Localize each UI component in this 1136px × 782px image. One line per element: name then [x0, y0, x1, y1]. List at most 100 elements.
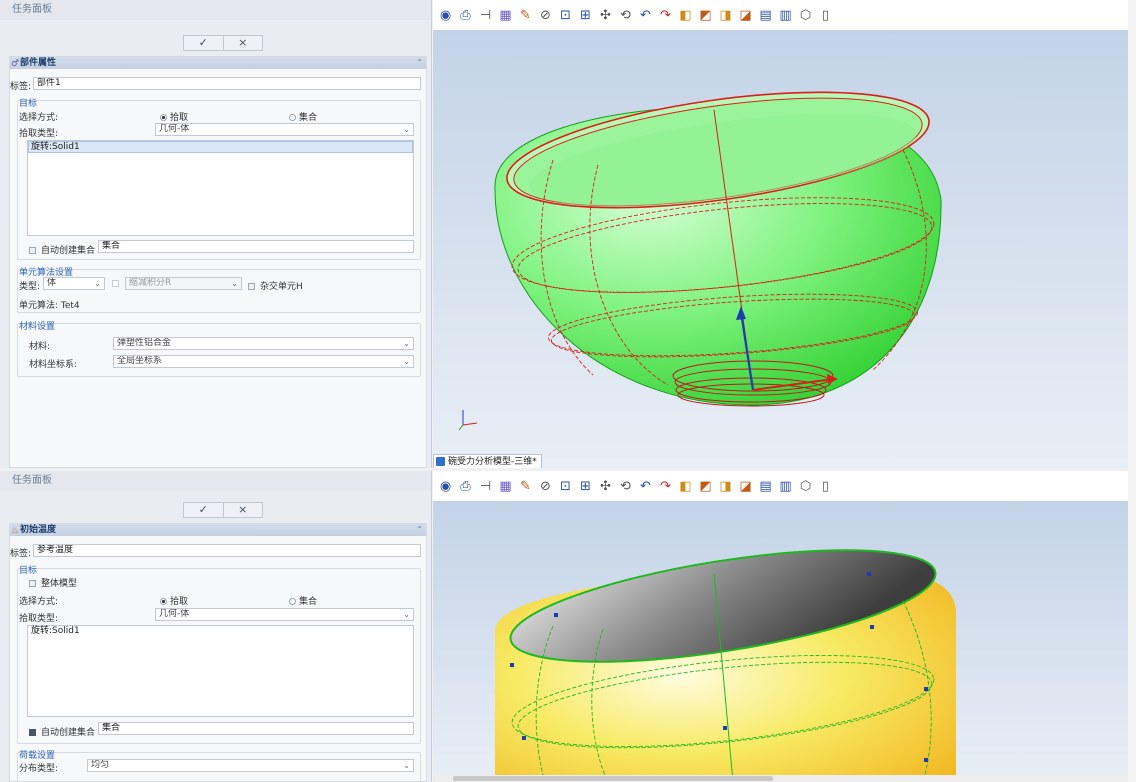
- view-section-2-icon[interactable]: ◪: [736, 477, 755, 496]
- redo-view-icon[interactable]: ↷: [656, 477, 675, 496]
- transparency-icon-glyph: ⊘: [540, 7, 551, 23]
- target-listbox[interactable]: 旋转:Solid1: [27, 625, 414, 717]
- zoom-box-icon[interactable]: ⊡: [556, 477, 575, 496]
- whole-model-checkbox[interactable]: 整体模型: [29, 576, 77, 589]
- view-cube-icon[interactable]: ▯: [816, 6, 835, 25]
- auto-create-set-checkbox[interactable]: 自动创建集合: [29, 243, 95, 256]
- view-cube-icon[interactable]: ▯: [816, 477, 835, 496]
- view-back-icon[interactable]: ◨: [716, 477, 735, 496]
- zoom-fit-icon[interactable]: ⊞: [576, 477, 595, 496]
- print-icon[interactable]: ⎙: [456, 477, 475, 496]
- ok-button[interactable]: ✓: [184, 503, 223, 517]
- transparency-icon[interactable]: ⊘: [536, 6, 555, 25]
- view-section-icon[interactable]: ◩: [696, 6, 715, 25]
- task-panel-title: 任务面板: [0, 471, 431, 491]
- pan-icon[interactable]: ✣: [596, 477, 615, 496]
- set-input[interactable]: 集合: [98, 722, 414, 735]
- pick-type-dropdown[interactable]: 几何-体 ⌄: [155, 123, 414, 136]
- task-panel-top: 任务面板 ✓ × ♂ 部件属性 ⌃ 标签: 部件1 目标 选择方式: 拾取 集合…: [0, 0, 432, 468]
- checkbox-indicator: [112, 280, 119, 287]
- view-section-2-icon[interactable]: ◪: [736, 6, 755, 25]
- view-cube-icon-glyph: ▯: [821, 478, 830, 494]
- camera-icon[interactable]: ◉: [436, 477, 455, 496]
- print-icon[interactable]: ⎙: [456, 6, 475, 25]
- radio-pick[interactable]: 拾取: [160, 594, 188, 607]
- 3d-canvas[interactable]: [433, 30, 1136, 468]
- section-header-part-properties[interactable]: ♂ 部件属性 ⌃: [10, 57, 426, 69]
- element-type-value: 体: [47, 278, 57, 288]
- chevron-down-icon: ⌄: [403, 761, 410, 770]
- cancel-button[interactable]: ×: [222, 36, 263, 50]
- pick-type-label: 拾取类型:: [19, 614, 59, 624]
- transparency-icon[interactable]: ⊘: [536, 477, 555, 496]
- viewport-tab[interactable]: 碗受力分析模型-三维*: [433, 454, 542, 468]
- view-iso-icon[interactable]: ⬡: [796, 6, 815, 25]
- view-front-icon[interactable]: ◧: [676, 6, 695, 25]
- label-input[interactable]: 部件1: [33, 77, 421, 90]
- view-right-icon[interactable]: ▥: [776, 477, 795, 496]
- select-mode-label: 选择方式:: [19, 113, 59, 123]
- display-style-icon[interactable]: ▦: [496, 6, 515, 25]
- set-input[interactable]: 集合: [98, 240, 414, 253]
- chevron-down-icon: ⌄: [403, 357, 410, 366]
- chevron-down-icon: ⌄: [231, 279, 238, 288]
- camera-icon[interactable]: ◉: [436, 6, 455, 25]
- zoom-box-icon[interactable]: ⊡: [556, 6, 575, 25]
- view-section-2-icon-glyph: ◪: [739, 478, 752, 494]
- collapse-icon[interactable]: ⌃: [416, 57, 423, 69]
- view-left-icon[interactable]: ▤: [756, 477, 775, 496]
- zoom-fit-icon[interactable]: ⊞: [576, 6, 595, 25]
- pick-type-dropdown[interactable]: 几何-体 ⌄: [155, 608, 414, 621]
- view-iso-icon[interactable]: ⬡: [796, 477, 815, 496]
- rotate-icon[interactable]: ⟲: [616, 477, 635, 496]
- auto-create-label: 自动创建集合: [41, 246, 96, 256]
- ok-button[interactable]: ✓: [184, 36, 223, 50]
- viewport-bottom[interactable]: ◉ ⎙ ⊣ ▦ ✎ ⊘ ⊡ ⊞ ✣ ⟲ ↶ ↷ ◧ ◩ ◨ ◪ ▤ ▥ ⬡ ▯: [433, 471, 1136, 782]
- 3d-canvas[interactable]: [433, 501, 1136, 782]
- label-input[interactable]: 参考温度: [33, 544, 421, 557]
- cancel-button[interactable]: ×: [222, 503, 263, 517]
- rotate-icon[interactable]: ⟲: [616, 6, 635, 25]
- undo-view-icon[interactable]: ↶: [636, 6, 655, 25]
- view-section-icon[interactable]: ◩: [696, 477, 715, 496]
- bowl-model-temperature[interactable]: [433, 501, 1136, 782]
- reduced-integration-dropdown[interactable]: 缩减积分R ⌄: [125, 277, 242, 290]
- display-style-icon[interactable]: ▦: [496, 477, 515, 496]
- radio-pick[interactable]: 拾取: [160, 110, 188, 123]
- list-item-selected[interactable]: 旋转:Solid1: [28, 141, 413, 153]
- undo-view-icon-glyph: ↶: [640, 7, 651, 23]
- app-root: 任务面板 ✓ × ♂ 部件属性 ⌃ 标签: 部件1 目标 选择方式: 拾取 集合…: [0, 0, 1136, 782]
- bowl-model-wireframe[interactable]: [433, 30, 1136, 468]
- section-header-initial-temperature[interactable]: ♨ 初始温度 ⌃: [10, 524, 426, 536]
- reduced-checkbox[interactable]: [112, 279, 124, 289]
- view-right-icon[interactable]: ▥: [776, 6, 795, 25]
- material-csys-dropdown[interactable]: 全局坐标系 ⌄: [113, 355, 414, 368]
- radio-set[interactable]: 集合: [289, 594, 317, 607]
- viewport-top[interactable]: ◉ ⎙ ⊣ ▦ ✎ ⊘ ⊡ ⊞ ✣ ⟲ ↶ ↷ ◧ ◩ ◨ ◪ ▤ ▥ ⬡ ▯: [433, 0, 1136, 468]
- radio-set[interactable]: 集合: [289, 110, 317, 123]
- radio-pick-indicator: [160, 598, 167, 605]
- undo-view-icon[interactable]: ↶: [636, 477, 655, 496]
- material-dropdown[interactable]: 弹塑性铝合金 ⌄: [113, 337, 414, 350]
- collapse-icon[interactable]: ⌃: [416, 524, 423, 536]
- hybrid-checkbox[interactable]: 杂交单元H: [248, 279, 303, 292]
- target-listbox[interactable]: 旋转:Solid1: [27, 140, 414, 236]
- auto-create-set-checkbox[interactable]: 自动创建集合: [29, 725, 95, 738]
- view-left-icon[interactable]: ▤: [756, 6, 775, 25]
- view-iso-icon-glyph: ⬡: [799, 7, 812, 23]
- horizontal-scrollbar[interactable]: [433, 775, 1136, 782]
- whole-model-label: 整体模型: [41, 579, 78, 589]
- view-toolbar: ◉ ⎙ ⊣ ▦ ✎ ⊘ ⊡ ⊞ ✣ ⟲ ↶ ↷ ◧ ◩ ◨ ◪ ▤ ▥ ⬡ ▯: [433, 0, 1136, 30]
- measure-icon[interactable]: ⊣: [476, 6, 495, 25]
- redo-view-icon[interactable]: ↷: [656, 6, 675, 25]
- color-icon[interactable]: ✎: [516, 6, 535, 25]
- color-icon[interactable]: ✎: [516, 477, 535, 496]
- measure-icon[interactable]: ⊣: [476, 477, 495, 496]
- view-back-icon[interactable]: ◨: [716, 6, 735, 25]
- element-type-dropdown[interactable]: 体 ⌄: [43, 277, 105, 290]
- pan-icon[interactable]: ✣: [596, 6, 615, 25]
- list-item[interactable]: 旋转:Solid1: [28, 626, 413, 638]
- scrollbar-thumb[interactable]: [453, 776, 773, 781]
- view-front-icon[interactable]: ◧: [676, 477, 695, 496]
- distribution-dropdown[interactable]: 均匀 ⌄: [87, 759, 414, 772]
